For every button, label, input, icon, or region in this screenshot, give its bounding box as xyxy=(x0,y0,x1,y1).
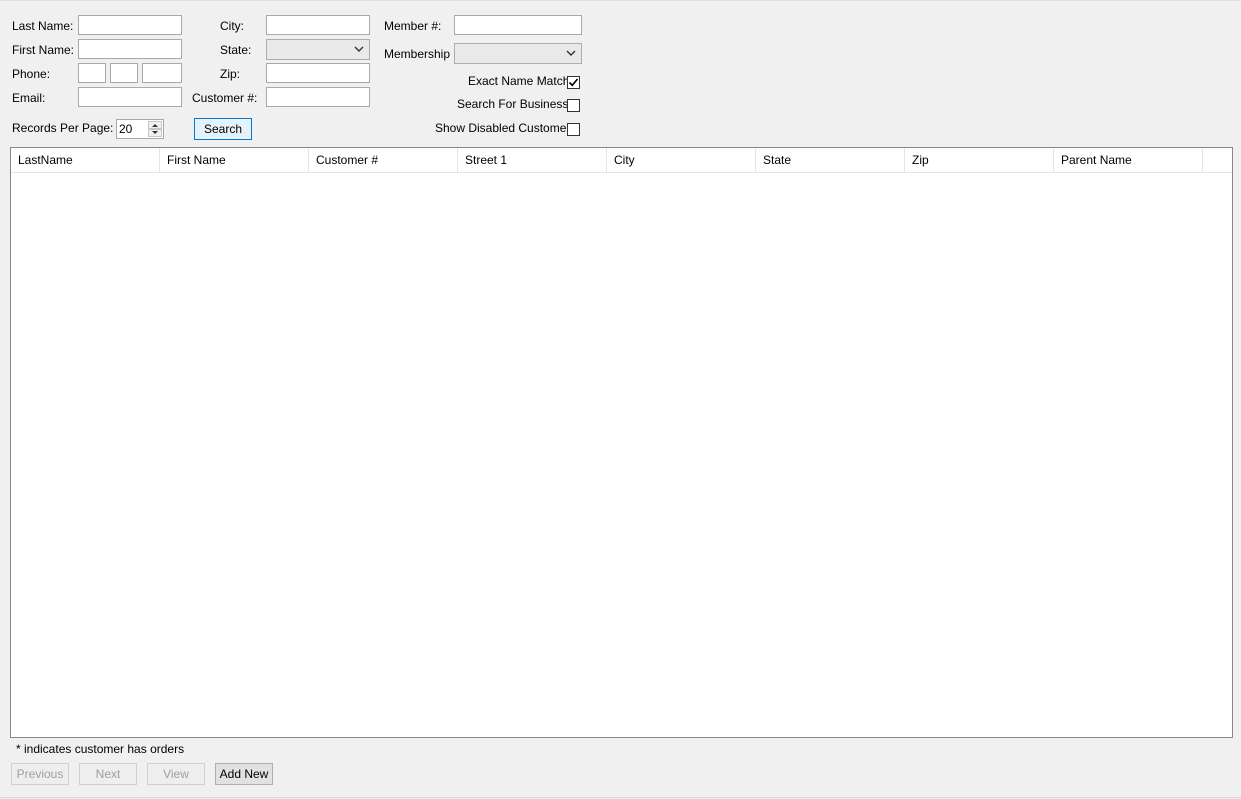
phone-label: Phone: xyxy=(12,67,51,81)
email-label: Email: xyxy=(12,91,46,105)
city-label: City: xyxy=(220,19,244,33)
grid-header: LastName First Name Customer # Street 1 … xyxy=(11,148,1232,173)
first-name-label: First Name: xyxy=(12,43,75,57)
customer-number-label: Customer #: xyxy=(192,91,258,105)
search-button[interactable]: Search xyxy=(194,118,252,140)
bottom-border xyxy=(0,797,1241,798)
column-header-zip[interactable]: Zip xyxy=(905,148,1054,173)
stepper-down-arrow-icon[interactable] xyxy=(148,129,162,137)
member-number-label: Member #: xyxy=(384,19,442,33)
phone-prefix-input[interactable] xyxy=(110,63,138,83)
city-input[interactable] xyxy=(266,15,370,35)
last-name-label: Last Name: xyxy=(12,19,74,33)
stepper-up-arrow-icon[interactable] xyxy=(148,121,162,129)
records-per-page-stepper[interactable]: 20 xyxy=(116,119,164,139)
membership-label: Membership xyxy=(384,47,451,61)
checkmark-icon xyxy=(568,78,579,87)
column-header-customer-number[interactable]: Customer # xyxy=(309,148,458,173)
last-name-input[interactable] xyxy=(78,15,182,35)
column-header-parent-name[interactable]: Parent Name xyxy=(1054,148,1203,173)
chevron-down-icon xyxy=(566,50,576,56)
top-border xyxy=(0,0,1241,1)
customer-number-input[interactable] xyxy=(266,87,370,107)
show-disabled-customer-label: Show Disabled Customer xyxy=(435,121,571,135)
next-button[interactable]: Next xyxy=(79,763,137,785)
records-per-page-value: 20 xyxy=(119,122,133,136)
column-header-state[interactable]: State xyxy=(756,148,905,173)
phone-area-code-input[interactable] xyxy=(78,63,106,83)
column-header-last-name[interactable]: LastName xyxy=(11,148,160,173)
exact-name-match-checkbox[interactable] xyxy=(567,76,580,89)
chevron-down-icon xyxy=(354,46,364,52)
column-header-city[interactable]: City xyxy=(607,148,756,173)
column-header-street-1[interactable]: Street 1 xyxy=(458,148,607,173)
view-button[interactable]: View xyxy=(147,763,205,785)
orders-note: * indicates customer has orders xyxy=(16,742,185,756)
previous-button[interactable]: Previous xyxy=(11,763,69,785)
search-for-business-label: Search For Business xyxy=(457,97,569,111)
add-new-button[interactable]: Add New xyxy=(215,763,273,785)
member-number-input[interactable] xyxy=(454,15,582,35)
membership-select[interactable] xyxy=(454,43,582,64)
email-input[interactable] xyxy=(78,87,182,107)
search-for-business-checkbox[interactable] xyxy=(567,99,580,112)
state-label: State: xyxy=(220,43,252,57)
column-header-first-name[interactable]: First Name xyxy=(160,148,309,173)
zip-input[interactable] xyxy=(266,63,370,83)
first-name-input[interactable] xyxy=(78,39,182,59)
show-disabled-customer-checkbox[interactable] xyxy=(567,123,580,136)
exact-name-match-label: Exact Name Match xyxy=(468,74,570,88)
zip-label: Zip: xyxy=(220,67,241,81)
phone-line-number-input[interactable] xyxy=(142,63,182,83)
state-select[interactable] xyxy=(266,39,370,60)
records-per-page-label: Records Per Page: xyxy=(12,121,114,135)
customer-results-grid[interactable]: LastName First Name Customer # Street 1 … xyxy=(10,147,1233,738)
